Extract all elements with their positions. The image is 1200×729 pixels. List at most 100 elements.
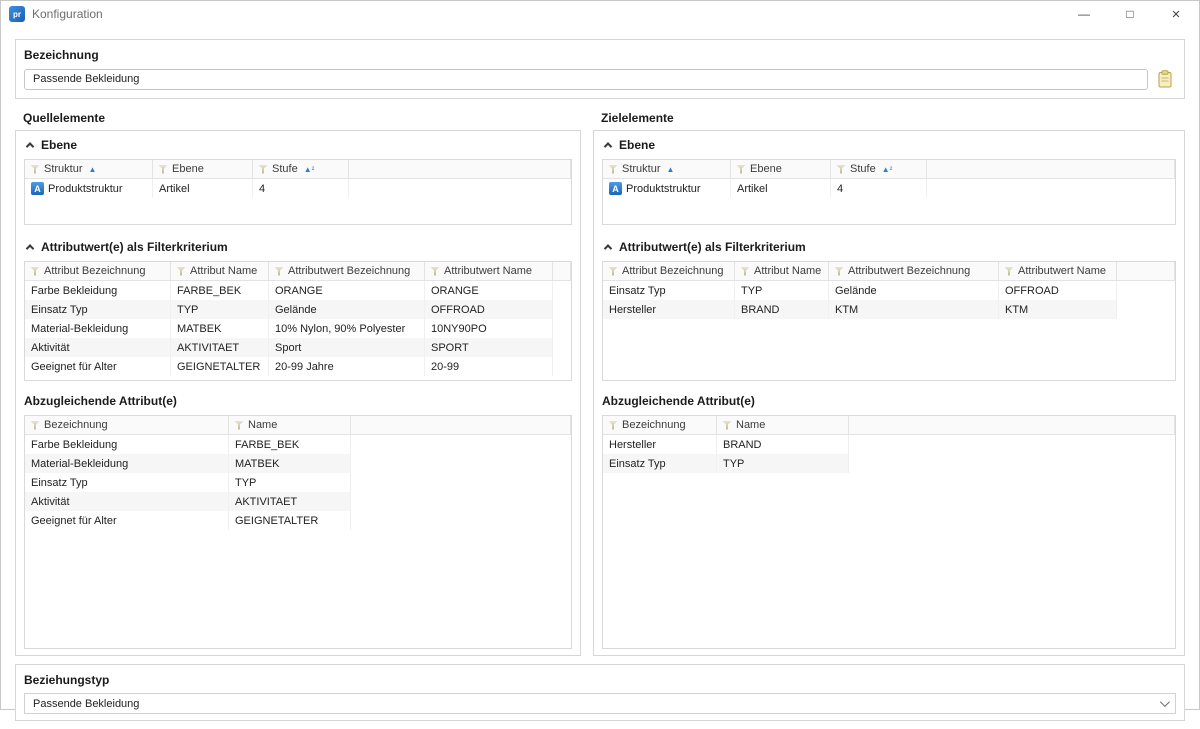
table-cell: BRAND	[717, 435, 849, 454]
table-row[interactable]: HerstellerBRAND	[603, 435, 1175, 454]
table-cell: 20-99 Jahre	[269, 357, 425, 376]
table-cell-filler	[553, 281, 571, 300]
table-cell-filler	[553, 300, 571, 319]
filter-icon[interactable]	[258, 165, 268, 174]
table-cell: Farbe Bekleidung	[25, 435, 229, 454]
column-header[interactable]: Attribut Bezeichnung	[25, 262, 171, 281]
column-header[interactable]: Attributwert Name	[999, 262, 1117, 281]
table-cell: BRAND	[735, 300, 829, 319]
table-row[interactable]: Einsatz TypTYP	[25, 473, 571, 492]
filter-icon[interactable]	[430, 267, 440, 276]
table-cell: Sport	[269, 338, 425, 357]
column-header-label: Struktur	[44, 163, 83, 175]
maximize-icon[interactable]: □	[1107, 1, 1153, 27]
column-header-label: Ebene	[750, 163, 782, 175]
column-header[interactable]: Stufe▲²	[831, 160, 927, 179]
filter-icon[interactable]	[740, 267, 750, 276]
filter-icon[interactable]	[274, 267, 284, 276]
column-header-label: Attributwert Bezeichnung	[848, 265, 970, 277]
filter-icon[interactable]	[30, 267, 40, 276]
structure-icon: A	[609, 182, 622, 195]
table-row[interactable]: Farbe BekleidungFARBE_BEK	[25, 435, 571, 454]
table-row[interactable]: AProduktstrukturArtikel4	[25, 179, 571, 198]
filter-icon[interactable]	[158, 165, 168, 174]
table-cell-filler	[349, 179, 571, 198]
window-title: Konfiguration	[32, 7, 103, 21]
filter-icon[interactable]	[176, 267, 186, 276]
paste-button[interactable]	[1154, 68, 1176, 90]
filter-icon[interactable]	[834, 267, 844, 276]
target-panel-box: Ebene Struktur▲ Ebene Stufe▲²AProduktstruk…	[593, 130, 1185, 656]
table-row[interactable]: Farbe BekleidungFARBE_BEKORANGEORANGE	[25, 281, 571, 300]
structure-icon: A	[31, 182, 44, 195]
column-header-label: Struktur	[622, 163, 661, 175]
filter-icon[interactable]	[30, 165, 40, 174]
column-header[interactable]: Struktur▲	[603, 160, 731, 179]
column-header[interactable]: Ebene	[731, 160, 831, 179]
section-title: Abzugleichende Attribut(e)	[602, 394, 755, 408]
filter-icon[interactable]	[836, 165, 846, 174]
column-header[interactable]: Struktur▲	[25, 160, 153, 179]
column-header[interactable]: Attributwert Name	[425, 262, 553, 281]
table-row[interactable]: Material-BekleidungMATBEK	[25, 454, 571, 473]
collapse-icon	[604, 142, 612, 150]
filter-icon[interactable]	[736, 165, 746, 174]
window: { "window": { "title": "Konfiguration", …	[0, 0, 1200, 710]
section-title: Ebene	[41, 138, 77, 152]
table-cell: Material-Bekleidung	[25, 319, 171, 338]
table-row[interactable]: AktivitätAKTIVITAET	[25, 492, 571, 511]
collapse-icon	[26, 244, 34, 252]
table-row[interactable]: Geeignet für AlterGEIGNETALTER20-99 Jahr…	[25, 357, 571, 376]
table-row[interactable]: Einsatz TypTYP	[603, 454, 1175, 473]
close-icon[interactable]: ×	[1153, 1, 1199, 27]
bezeichnung-input[interactable]	[24, 69, 1148, 90]
column-header[interactable]: Attribut Name	[735, 262, 829, 281]
combo-value: Passende Bekleidung	[33, 698, 139, 710]
filter-icon[interactable]	[608, 165, 618, 174]
section-header-source-ebene[interactable]: Ebene	[24, 137, 572, 153]
table-row[interactable]: HerstellerBRANDKTMKTM	[603, 300, 1175, 319]
table-cell: 4	[831, 179, 927, 198]
beziehungstyp-select[interactable]: Passende Bekleidung	[24, 693, 1176, 714]
table-cell: 10NY90PO	[425, 319, 553, 338]
column-header[interactable]: Attribut Bezeichnung	[603, 262, 735, 281]
table-row[interactable]: Einsatz TypTYPGeländeOFFROAD	[25, 300, 571, 319]
column-header[interactable]: Ebene	[153, 160, 253, 179]
source-filter-table: Attribut BezeichnungAttribut NameAttribu…	[24, 261, 572, 381]
table-row[interactable]: AktivitätAKTIVITAETSportSPORT	[25, 338, 571, 357]
section-title: Attributwert(e) als Filterkriterium	[41, 240, 228, 254]
table-cell-filler	[553, 338, 571, 357]
table-cell: Farbe Bekleidung	[25, 281, 171, 300]
table-row[interactable]: Material-BekleidungMATBEK10% Nylon, 90% …	[25, 319, 571, 338]
column-header[interactable]: Attribut Name	[171, 262, 269, 281]
column-header[interactable]: Stufe▲²	[253, 160, 349, 179]
table-cell: GEIGNETALTER	[229, 511, 351, 530]
filter-icon[interactable]	[234, 421, 244, 430]
column-header-label: Attribut Name	[754, 265, 821, 277]
filter-icon[interactable]	[30, 421, 40, 430]
table-row[interactable]: AProduktstrukturArtikel4	[603, 179, 1175, 198]
section-title: Ebene	[619, 138, 655, 152]
section-header-source-filter[interactable]: Attributwert(e) als Filterkriterium	[24, 239, 572, 255]
column-header-label: Ebene	[172, 163, 204, 175]
column-header[interactable]: Name	[229, 416, 351, 435]
column-header[interactable]: Attributwert Bezeichnung	[269, 262, 425, 281]
filter-icon[interactable]	[608, 267, 618, 276]
table-row[interactable]: Geeignet für AlterGEIGNETALTER	[25, 511, 571, 530]
section-header-target-filter[interactable]: Attributwert(e) als Filterkriterium	[602, 239, 1176, 255]
filter-icon[interactable]	[722, 421, 732, 430]
table-row[interactable]: Einsatz TypTYPGeländeOFFROAD	[603, 281, 1175, 300]
section-header-target-ebene[interactable]: Ebene	[602, 137, 1176, 153]
section-title: Attributwert(e) als Filterkriterium	[619, 240, 806, 254]
column-header[interactable]: Attributwert Bezeichnung	[829, 262, 999, 281]
filter-icon[interactable]	[1004, 267, 1014, 276]
table-cell: Material-Bekleidung	[25, 454, 229, 473]
minimize-icon[interactable]: —	[1061, 1, 1107, 27]
column-header[interactable]: Bezeichnung	[603, 416, 717, 435]
column-header[interactable]: Name	[717, 416, 849, 435]
table-header-row: BezeichnungName	[25, 416, 571, 435]
filter-icon[interactable]	[608, 421, 618, 430]
beziehungstyp-group: Beziehungstyp Passende Bekleidung	[15, 664, 1185, 721]
target-panel: Zielelemente Ebene Struktur▲EbeneStufe▲²…	[593, 111, 1185, 656]
column-header[interactable]: Bezeichnung	[25, 416, 229, 435]
